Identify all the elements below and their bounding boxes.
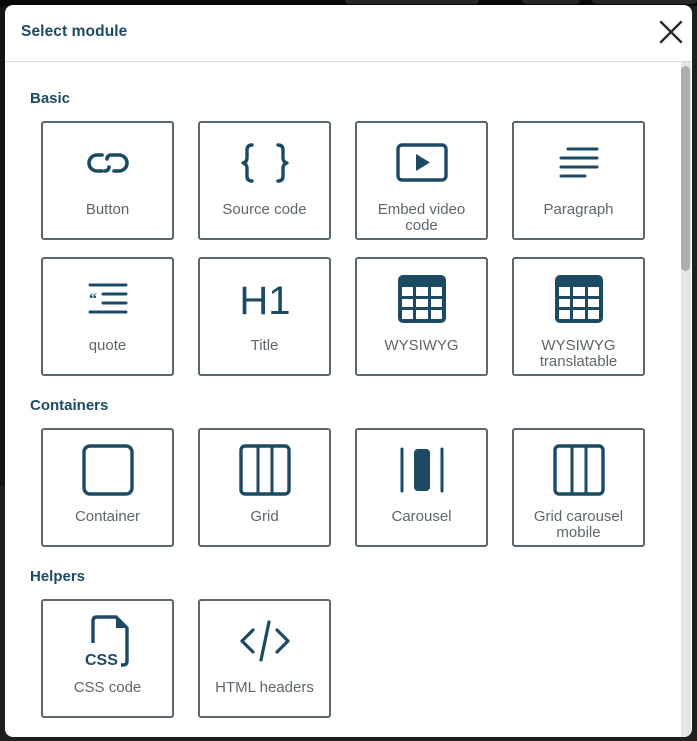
module-label: quote	[88, 337, 127, 354]
table-icon	[357, 273, 486, 325]
table-icon	[514, 273, 643, 325]
module-label: HTML headers	[215, 679, 314, 696]
grid-columns-icon	[200, 444, 329, 496]
module-label-line: translatable	[539, 353, 618, 370]
module-label-line: WYSIWYG	[541, 337, 616, 354]
module-label: Button	[85, 201, 130, 218]
svg-text:H1: H1	[239, 279, 290, 319]
square-icon	[43, 444, 172, 496]
close-icon	[659, 20, 683, 44]
module-card-button[interactable]: Button	[41, 121, 174, 240]
carousel-icon	[357, 444, 486, 496]
section-title-helpers: Helpers	[30, 568, 86, 585]
module-label: Grid carousel mobile	[514, 509, 643, 541]
braces-icon	[200, 137, 329, 189]
backdrop-tab	[345, 0, 479, 4]
module-card-container[interactable]: Container	[41, 428, 174, 547]
module-label: Source code	[222, 201, 307, 218]
module-label: Paragraph	[543, 201, 614, 218]
section-title-containers: Containers	[30, 397, 109, 414]
module-card-embed-video-code[interactable]: Embed video code	[355, 121, 488, 240]
module-card-source-code[interactable]: Source code	[198, 121, 331, 240]
module-card-title[interactable]: H1 Title	[198, 257, 331, 376]
module-label: Embed video code	[357, 202, 486, 234]
svg-text:CSS: CSS	[85, 652, 118, 667]
module-card-quote[interactable]: “ quote	[41, 257, 174, 376]
svg-text:“: “	[89, 291, 97, 308]
module-card-wysiwyg-translatable[interactable]: WYSIWYG translatable	[512, 257, 645, 376]
close-button[interactable]	[658, 19, 684, 45]
module-label: Container	[74, 508, 141, 525]
css-file-icon: CSS	[43, 615, 172, 667]
quote-icon: “	[43, 273, 172, 325]
module-label: Carousel	[391, 508, 452, 525]
module-label-line: code	[405, 217, 438, 234]
link-icon	[43, 137, 172, 189]
dialog-header: Select module	[5, 5, 692, 62]
module-card-grid-carousel-mobile[interactable]: Grid carousel mobile	[512, 428, 645, 547]
module-card-css-code[interactable]: CSS CSS code	[41, 599, 174, 718]
module-label: Grid	[250, 508, 279, 525]
grid-columns-icon	[514, 444, 643, 496]
video-play-icon	[357, 137, 486, 189]
scrollbar-thumb[interactable]	[681, 66, 690, 271]
dialog-title: Select module	[21, 23, 128, 40]
backdrop-tab	[522, 0, 580, 4]
module-card-html-headers[interactable]: HTML headers	[198, 599, 331, 718]
module-label-line: Grid carousel	[533, 508, 624, 525]
module-label: Title	[250, 337, 279, 354]
module-label: WYSIWYG translatable	[514, 338, 643, 370]
module-list: Basic Button Source code Embed video cod…	[5, 62, 692, 737]
module-label-line: Embed video	[377, 201, 466, 218]
module-label-line: mobile	[556, 524, 601, 541]
module-card-grid[interactable]: Grid	[198, 428, 331, 547]
module-label: WYSIWYG	[384, 337, 459, 354]
backdrop-tab	[592, 0, 697, 4]
code-tag-icon	[200, 615, 329, 667]
module-label: CSS code	[73, 679, 142, 696]
section-title-basic: Basic	[30, 90, 71, 107]
module-card-carousel[interactable]: Carousel	[355, 428, 488, 547]
heading-h1-icon: H1	[200, 273, 329, 325]
select-module-dialog: Select module Basic Button Source code E…	[5, 5, 692, 737]
text-lines-icon	[514, 137, 643, 189]
module-card-wysiwyg[interactable]: WYSIWYG	[355, 257, 488, 376]
module-card-paragraph[interactable]: Paragraph	[512, 121, 645, 240]
